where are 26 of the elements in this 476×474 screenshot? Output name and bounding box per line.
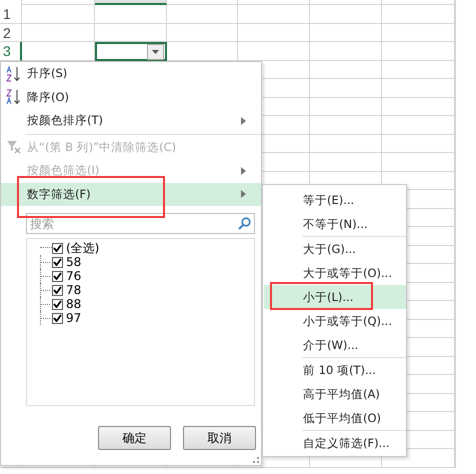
menu-item[interactable]: 大于或等于(O)...: [264, 261, 406, 285]
menu-item[interactable]: 大于(G)...: [264, 237, 406, 261]
value-label: 78: [66, 283, 82, 297]
menu-item[interactable]: 不等于(N)...: [264, 212, 406, 236]
row-header[interactable]: 2: [0, 24, 22, 42]
menu-item[interactable]: 等于(E)...: [264, 188, 406, 212]
value-label: 58: [66, 255, 82, 269]
menu-item[interactable]: 降序(O): [1, 86, 261, 109]
menu-item[interactable]: 按颜色排序(T): [1, 109, 261, 132]
menu-item[interactable]: 低于平均值(O): [264, 406, 406, 430]
value-label: 88: [66, 297, 82, 311]
menu-item[interactable]: 小于或等于(Q)...: [264, 309, 406, 333]
menu-item[interactable]: 升序(S): [1, 62, 261, 86]
menu-item[interactable]: 数字筛选(F): [1, 182, 261, 206]
value-label: 76: [66, 269, 82, 283]
menu-item[interactable]: 自定义筛选(F)...: [264, 431, 406, 455]
value-label: (全选): [66, 240, 100, 256]
value-label: 97: [66, 311, 82, 325]
menu-item[interactable]: 介于(W)...: [264, 333, 406, 357]
menu-item[interactable]: 小于(L)...: [264, 285, 406, 309]
row-header[interactable]: 1: [0, 5, 22, 24]
search-field[interactable]: 搜索: [26, 213, 255, 234]
dialog-button[interactable]: 取消: [183, 426, 256, 450]
menu-item[interactable]: 前 10 项(T)...: [264, 358, 406, 382]
menu-item[interactable]: 高于平均值(A): [264, 382, 406, 406]
dialog-button[interactable]: 确定: [98, 426, 171, 450]
